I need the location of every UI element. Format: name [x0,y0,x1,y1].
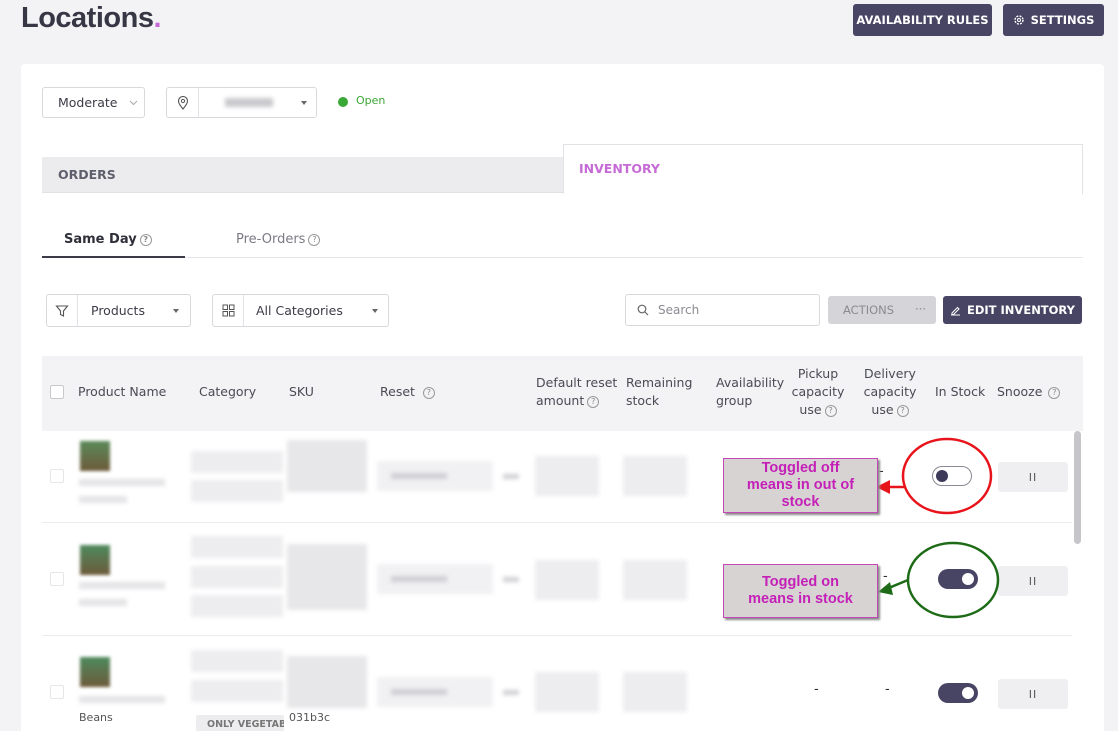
off-highlight-circle [901,437,993,515]
off-arrowhead [876,480,890,494]
annotation-overlay [876,437,1000,619]
annotation-toggled-on: Toggled on means in stock [723,564,878,618]
annotation-toggled-off: Toggled off means in out of stock [723,458,878,513]
on-highlight-circle [906,541,1000,619]
on-arrowhead [878,582,893,595]
